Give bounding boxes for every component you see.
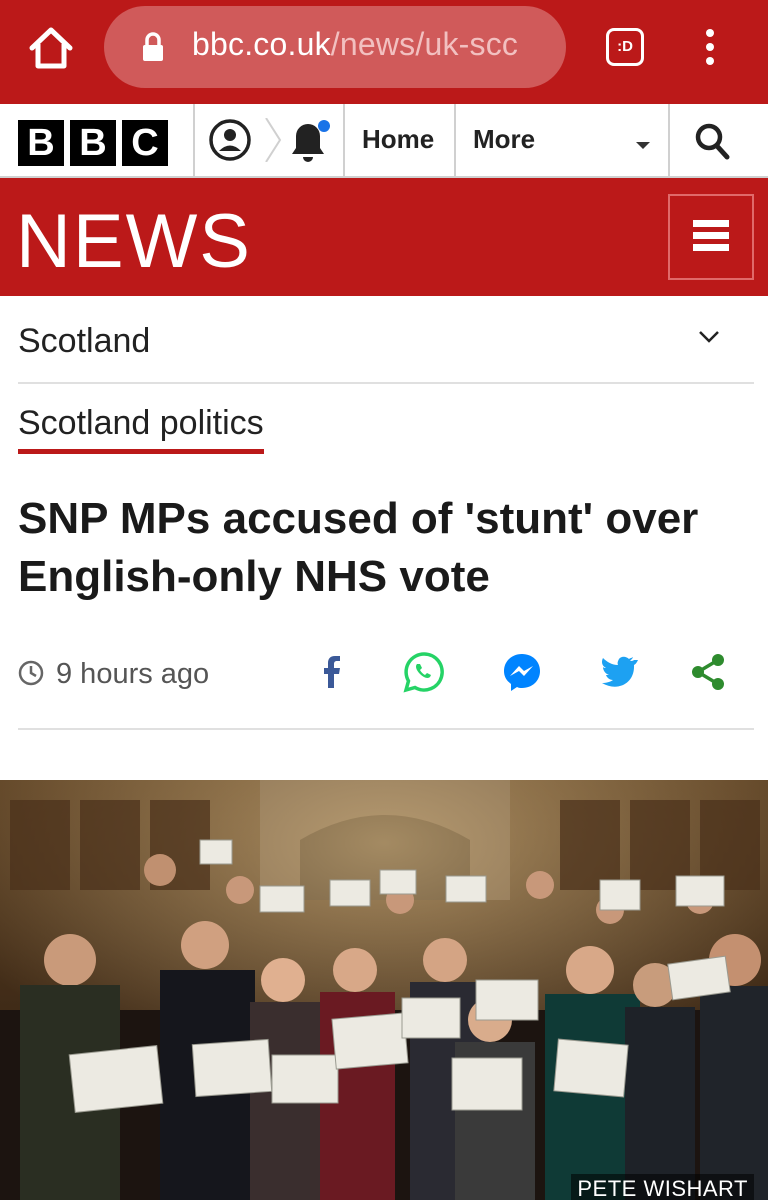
- article-timestamp: 9 hours ago: [56, 658, 210, 690]
- url-host: bbc.co.uk: [192, 26, 331, 62]
- divider: [193, 104, 195, 176]
- messenger-icon[interactable]: [500, 650, 544, 694]
- section-label: Scotland: [18, 322, 151, 360]
- nav-home-link[interactable]: Home: [362, 124, 434, 155]
- lock-icon: [143, 32, 163, 61]
- bbc-logo-letter: B: [70, 120, 116, 166]
- chevron-down-icon[interactable]: [698, 330, 720, 344]
- bbc-logo[interactable]: B B C: [18, 120, 168, 166]
- address-bar[interactable]: bbc.co.uk/news/uk-scc: [104, 6, 566, 88]
- facebook-icon[interactable]: [310, 650, 354, 694]
- chevron-down-icon[interactable]: [636, 142, 650, 149]
- photo-image: [0, 780, 768, 1200]
- share-icon[interactable]: [686, 650, 730, 694]
- twitter-icon[interactable]: [594, 650, 638, 694]
- hamburger-icon: [670, 196, 752, 251]
- whatsapp-icon[interactable]: [402, 650, 446, 694]
- article-meta: 9 hours ago: [18, 646, 754, 730]
- browser-toolbar: bbc.co.uk/news/uk-scc :D: [0, 0, 768, 104]
- account-icon[interactable]: [208, 118, 252, 162]
- hamburger-menu-button[interactable]: [668, 194, 754, 280]
- bbc-navbar: B B C Home More: [0, 104, 768, 178]
- nav-more-menu[interactable]: More: [473, 124, 535, 155]
- divider: [343, 104, 345, 176]
- home-icon[interactable]: [28, 26, 74, 70]
- clock-icon: [18, 660, 44, 686]
- news-logo[interactable]: NEWS: [16, 198, 252, 285]
- photo-credit: PETE WISHART: [571, 1174, 754, 1200]
- nav-arrow-divider: [265, 118, 282, 162]
- news-banner: NEWS: [0, 178, 768, 296]
- url-path: /news/uk-scc: [330, 26, 519, 62]
- bbc-logo-letter: C: [122, 120, 168, 166]
- subsection-link[interactable]: Scotland politics: [18, 404, 264, 454]
- tab-switcher-button[interactable]: :D: [606, 28, 644, 66]
- divider: [668, 104, 670, 176]
- article-photo: PETE WISHART: [0, 780, 768, 1200]
- menu-dots-icon[interactable]: [700, 26, 720, 70]
- bbc-logo-letter: B: [18, 120, 64, 166]
- url-text[interactable]: bbc.co.uk/news/uk-scc: [192, 26, 552, 63]
- notification-bell-icon[interactable]: [286, 118, 330, 166]
- search-icon[interactable]: [694, 122, 730, 160]
- divider: [454, 104, 456, 176]
- article-headline: SNP MPs accused of 'stunt' over English-…: [18, 494, 699, 601]
- section-selector[interactable]: Scotland: [18, 296, 754, 384]
